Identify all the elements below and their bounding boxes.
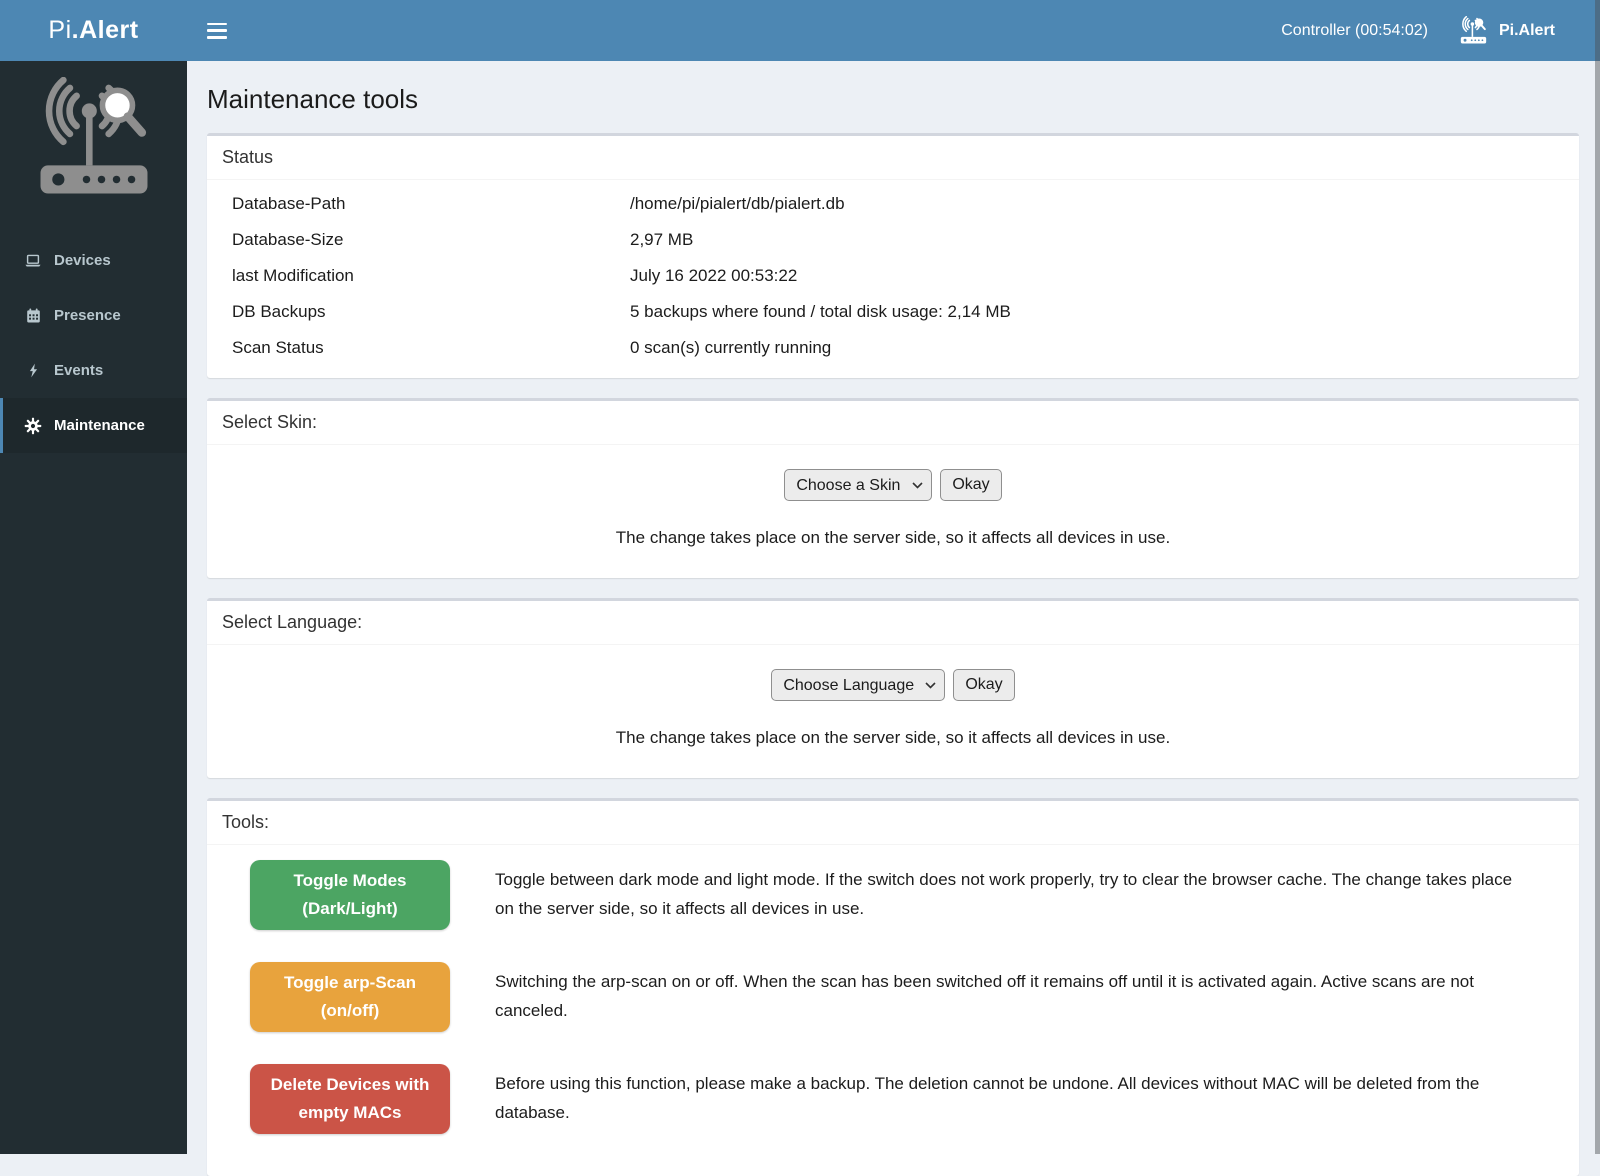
main-content: Maintenance tools Status Database-Path/h… xyxy=(187,0,1600,1176)
app-logo-pi: Pi xyxy=(48,16,71,45)
skin-change-note: The change takes place on the server sid… xyxy=(222,528,1564,548)
status-row-label: DB Backups xyxy=(232,302,630,322)
select-skin-title: Select Skin: xyxy=(207,401,1579,445)
status-panel: Status Database-Path/home/pi/pialert/db/… xyxy=(207,133,1579,378)
tool-row: Delete Devices with empty MACs Before usi… xyxy=(222,1064,1564,1134)
delete-empty-macs-button[interactable]: Delete Devices with empty MACs xyxy=(250,1064,450,1134)
status-rows: Database-Path/home/pi/pialert/db/pialert… xyxy=(207,180,1579,378)
status-row-value: July 16 2022 00:53:22 xyxy=(630,266,1554,286)
sidebar-item-presence[interactable]: Presence xyxy=(0,288,187,343)
toggle-arp-scan-button[interactable]: Toggle arp-Scan (on/off) xyxy=(250,962,450,1032)
sidebar-toggle-button[interactable] xyxy=(207,23,227,39)
skin-select[interactable]: Choose a Skin xyxy=(784,469,932,501)
tool-row: Toggle arp-Scan (on/off) Switching the ar… xyxy=(222,962,1564,1032)
tools-panel-title: Tools: xyxy=(207,801,1579,845)
status-row: last ModificationJuly 16 2022 00:53:22 xyxy=(222,258,1564,294)
select-skin-panel: Select Skin: Choose a Skin Okay The chan… xyxy=(207,398,1579,578)
toggle-modes-button[interactable]: Toggle Modes (Dark/Light) xyxy=(250,860,450,930)
gear-icon xyxy=(23,416,43,436)
page-title: Maintenance tools xyxy=(207,84,1579,115)
tool-description: Before using this function, please make … xyxy=(495,1064,1534,1127)
status-row-value: 5 backups where found / total disk usage… xyxy=(630,302,1554,322)
status-row-label: last Modification xyxy=(232,266,630,286)
tool-description: Toggle between dark mode and light mode.… xyxy=(495,860,1534,923)
skin-okay-button[interactable]: Okay xyxy=(940,469,1001,501)
status-row: Database-Size2,97 MB xyxy=(222,222,1564,258)
status-row: DB Backups5 backups where found / total … xyxy=(222,294,1564,330)
select-language-title: Select Language: xyxy=(207,601,1579,645)
sidebar: DevicesPresenceEventsMaintenance xyxy=(0,61,187,1154)
main-header: Pi.Alert Controller (00:54:02) Pi.Alert xyxy=(0,0,1600,61)
app-logo-alert: .Alert xyxy=(72,16,139,45)
tool-row: Toggle Modes (Dark/Light) Toggle between … xyxy=(222,860,1564,930)
select-language-panel: Select Language: Choose Language Okay Th… xyxy=(207,598,1579,778)
calendar-icon xyxy=(23,306,43,326)
status-row-value: /home/pi/pialert/db/pialert.db xyxy=(630,194,1554,214)
tool-rows: Toggle Modes (Dark/Light) Toggle between … xyxy=(207,845,1579,1176)
sidebar-item-maintenance[interactable]: Maintenance xyxy=(0,398,187,453)
language-select[interactable]: Choose Language xyxy=(771,669,945,701)
language-change-note: The change takes place on the server sid… xyxy=(222,728,1564,748)
bolt-icon xyxy=(23,361,43,381)
laptop-icon xyxy=(23,251,43,271)
pialert-mini-logo-icon xyxy=(1458,16,1489,46)
controller-uptime-label: Controller (00:54:02) xyxy=(1281,22,1428,40)
app-logo[interactable]: Pi.Alert xyxy=(0,0,187,61)
sidebar-item-devices[interactable]: Devices xyxy=(0,233,187,288)
status-row-label: Database-Size xyxy=(232,230,630,250)
tools-panel: Tools: Toggle Modes (Dark/Light) Toggle b… xyxy=(207,798,1579,1176)
status-row: Scan Status0 scan(s) currently running xyxy=(222,330,1564,366)
sidebar-menu: DevicesPresenceEventsMaintenance xyxy=(0,233,187,453)
status-row-label: Scan Status xyxy=(232,338,630,358)
status-panel-title: Status xyxy=(207,136,1579,180)
navbar: Controller (00:54:02) Pi.Alert xyxy=(187,0,1600,61)
navbar-brand-label: Pi.Alert xyxy=(1499,22,1555,40)
status-row-label: Database-Path xyxy=(232,194,630,214)
status-row: Database-Path/home/pi/pialert/db/pialert… xyxy=(222,186,1564,222)
language-okay-button[interactable]: Okay xyxy=(953,669,1014,701)
select-language-body: Choose Language Okay The change takes pl… xyxy=(207,645,1579,778)
status-row-value: 2,97 MB xyxy=(630,230,1554,250)
vertical-scrollbar[interactable] xyxy=(1595,0,1600,1154)
navbar-right: Controller (00:54:02) Pi.Alert xyxy=(1281,16,1600,46)
tool-description: Switching the arp-scan on or off. When t… xyxy=(495,962,1534,1025)
status-row-value: 0 scan(s) currently running xyxy=(630,338,1554,358)
select-skin-body: Choose a Skin Okay The change takes plac… xyxy=(207,445,1579,578)
sidebar-item-events[interactable]: Events xyxy=(0,343,187,398)
pialert-logo-image xyxy=(33,77,155,209)
